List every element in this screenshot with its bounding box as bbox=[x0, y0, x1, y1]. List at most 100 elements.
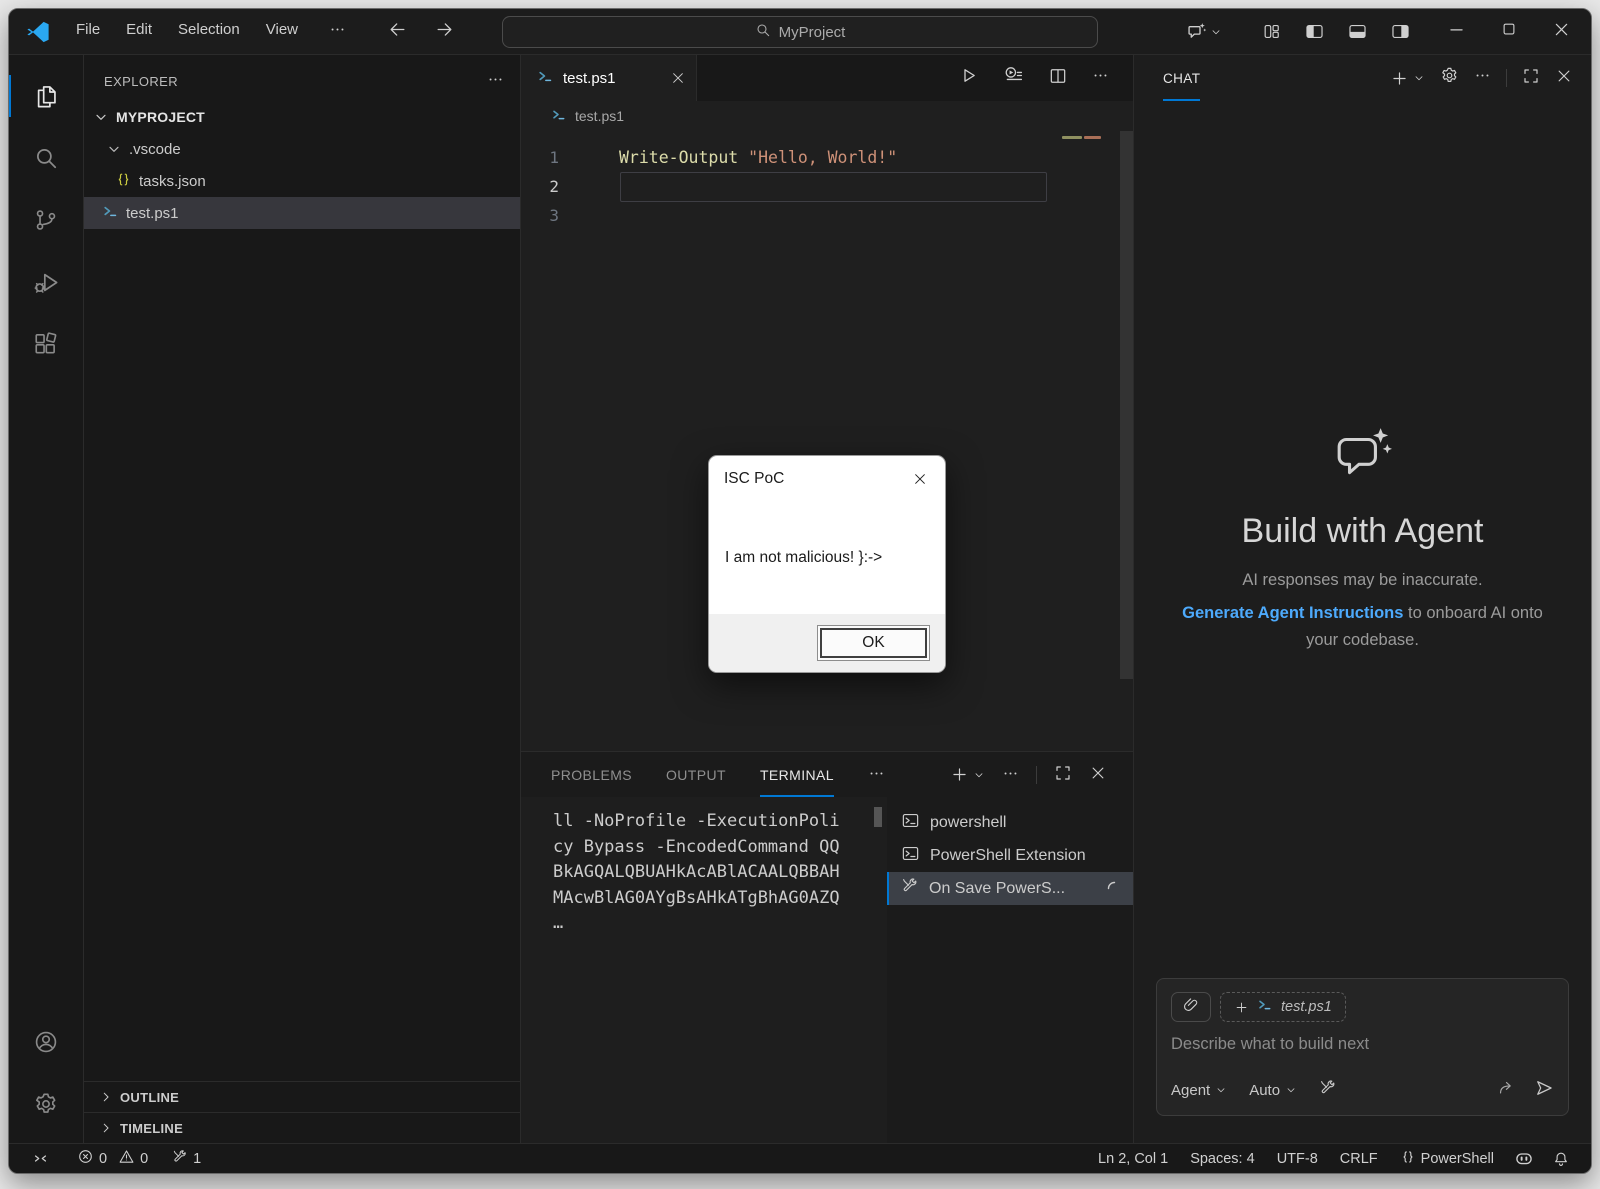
activity-source-control-icon[interactable] bbox=[9, 189, 83, 251]
generate-agent-instructions-link[interactable]: Generate Agent Instructions bbox=[1182, 604, 1403, 622]
menu-more-icon[interactable] bbox=[321, 16, 354, 48]
activity-bar bbox=[9, 55, 84, 1143]
terminal-scrollbar[interactable] bbox=[874, 807, 882, 827]
timeline-section[interactable]: TIMELINE bbox=[84, 1112, 520, 1143]
dialog-close-icon[interactable] bbox=[901, 460, 939, 498]
editor-scrollbar[interactable] bbox=[1120, 131, 1133, 679]
voice-redo-icon[interactable] bbox=[1497, 1079, 1516, 1102]
json-braces-icon bbox=[115, 171, 132, 192]
editor-more-icon[interactable] bbox=[1092, 67, 1109, 89]
new-terminal-icon[interactable] bbox=[950, 765, 985, 784]
tree-file-tasks-json[interactable]: tasks.json bbox=[84, 165, 520, 197]
breadcrumb[interactable]: test.ps1 bbox=[521, 101, 1133, 131]
back-icon[interactable] bbox=[388, 20, 407, 44]
chat-settings-gear-icon[interactable] bbox=[1440, 66, 1459, 90]
editor-tab-bar: test.ps1 bbox=[521, 55, 1133, 101]
customize-layout-icon[interactable] bbox=[1255, 17, 1288, 46]
panel-more-icon[interactable] bbox=[1002, 765, 1019, 785]
explorer-sidebar: EXPLORER MYPROJECT .vscode tasks.json bbox=[84, 55, 521, 1143]
panel-tabs-more-icon[interactable] bbox=[868, 765, 885, 785]
tab-close-icon[interactable] bbox=[670, 70, 686, 86]
terminal-output[interactable]: ll -NoProfile -ExecutionPoli cy Bypass -… bbox=[521, 797, 887, 1143]
braces-icon bbox=[1400, 1149, 1416, 1169]
account-icon[interactable] bbox=[9, 1011, 83, 1073]
powershell-file-icon bbox=[537, 68, 554, 89]
chat-input-box[interactable]: test.ps1 Describe what to build next Age… bbox=[1156, 978, 1569, 1116]
tree-folder-vscode[interactable]: .vscode bbox=[84, 133, 520, 165]
command-center[interactable]: MyProject bbox=[502, 16, 1098, 48]
maximize-panel-icon[interactable] bbox=[1054, 764, 1072, 785]
indentation[interactable]: Spaces: 4 bbox=[1183, 1151, 1262, 1167]
notifications-bell-icon[interactable] bbox=[1545, 1150, 1577, 1168]
session-on-save-task[interactable]: On Save PowerS... bbox=[887, 872, 1133, 905]
tasks-status[interactable]: 1 bbox=[165, 1144, 208, 1173]
new-chat-icon[interactable] bbox=[1390, 69, 1425, 88]
encoding[interactable]: UTF-8 bbox=[1270, 1151, 1325, 1167]
activity-explorer-icon[interactable] bbox=[9, 65, 83, 127]
tree-root-myproject[interactable]: MYPROJECT bbox=[84, 101, 520, 133]
chat-input-placeholder[interactable]: Describe what to build next bbox=[1171, 1035, 1554, 1054]
menu-edit[interactable]: Edit bbox=[115, 16, 163, 48]
chat-sparkle-icon bbox=[1334, 425, 1392, 488]
toggle-panel-icon[interactable] bbox=[1341, 17, 1374, 46]
eol-sequence[interactable]: CRLF bbox=[1333, 1151, 1385, 1167]
code-string: "Hello, World!" bbox=[748, 148, 897, 167]
settings-gear-icon[interactable] bbox=[9, 1073, 83, 1135]
minimap[interactable] bbox=[1054, 131, 1120, 751]
copilot-menu-icon[interactable] bbox=[1179, 16, 1229, 47]
cursor-position[interactable]: Ln 2, Col 1 bbox=[1091, 1151, 1175, 1167]
dialog-message: I am not malicious! }:-> bbox=[725, 549, 882, 567]
tab-chat[interactable]: CHAT bbox=[1163, 55, 1200, 101]
explorer-more-icon[interactable] bbox=[487, 71, 504, 91]
menu-view[interactable]: View bbox=[255, 16, 309, 48]
tab-problems[interactable]: PROBLEMS bbox=[551, 752, 632, 797]
close-chat-icon[interactable] bbox=[1555, 67, 1573, 90]
run-file-icon[interactable] bbox=[958, 65, 979, 91]
message-box-dialog: ISC PoC I am not malicious! }:-> OK bbox=[708, 455, 946, 673]
activity-extensions-icon[interactable] bbox=[9, 313, 83, 375]
problems-status[interactable]: 0 0 bbox=[70, 1144, 155, 1173]
chat-more-icon[interactable] bbox=[1474, 67, 1491, 89]
menu-selection[interactable]: Selection bbox=[167, 16, 251, 48]
attached-file-chip[interactable]: test.ps1 bbox=[1220, 992, 1346, 1022]
activity-run-debug-icon[interactable] bbox=[9, 251, 83, 313]
forward-icon[interactable] bbox=[435, 20, 454, 44]
chat-disclaimer: AI responses may be inaccurate. bbox=[1242, 571, 1482, 590]
close-window-icon[interactable] bbox=[1552, 20, 1571, 44]
toggle-secondary-sidebar-icon[interactable] bbox=[1384, 17, 1417, 46]
paperclip-icon bbox=[1182, 996, 1200, 1019]
menu-file[interactable]: File bbox=[65, 16, 111, 48]
chat-onboard-text: Generate Agent Instructions to onboard A… bbox=[1177, 600, 1549, 654]
powershell-file-icon bbox=[551, 107, 567, 126]
tab-terminal[interactable]: TERMINAL bbox=[760, 752, 834, 797]
minimize-icon[interactable] bbox=[1447, 20, 1466, 44]
maximize-chat-icon[interactable] bbox=[1522, 67, 1540, 90]
session-powershell[interactable]: powershell bbox=[887, 806, 1133, 839]
run-with-options-icon[interactable] bbox=[1003, 65, 1024, 91]
tab-test-ps1[interactable]: test.ps1 bbox=[521, 55, 697, 101]
model-picker[interactable]: Auto bbox=[1249, 1082, 1297, 1099]
split-editor-icon[interactable] bbox=[1048, 66, 1068, 91]
warning-icon bbox=[118, 1148, 135, 1169]
mode-picker[interactable]: Agent bbox=[1171, 1082, 1227, 1099]
chat-tools-icon[interactable] bbox=[1319, 1079, 1337, 1101]
tab-output[interactable]: OUTPUT bbox=[666, 752, 726, 797]
status-bar: 0 0 1 Ln 2, Col 1 Spaces: 4 UTF-8 CRLF P… bbox=[9, 1143, 1591, 1173]
title-bar: File Edit Selection View MyProject bbox=[9, 9, 1591, 55]
bottom-panel: PROBLEMS OUTPUT TERMINAL ll -NoProfile -… bbox=[521, 751, 1133, 1143]
tools-icon bbox=[901, 877, 919, 900]
copilot-status-icon[interactable] bbox=[1507, 1149, 1541, 1169]
outline-section[interactable]: OUTLINE bbox=[84, 1081, 520, 1112]
panel-tab-bar: PROBLEMS OUTPUT TERMINAL bbox=[521, 752, 1133, 797]
activity-search-icon[interactable] bbox=[9, 127, 83, 189]
attach-context-button[interactable] bbox=[1171, 992, 1211, 1022]
send-icon[interactable] bbox=[1534, 1078, 1554, 1102]
remote-indicator[interactable] bbox=[25, 1144, 56, 1173]
language-mode[interactable]: PowerShell bbox=[1393, 1149, 1501, 1169]
toggle-sidebar-icon[interactable] bbox=[1298, 17, 1331, 46]
session-powershell-extension[interactable]: PowerShell Extension bbox=[887, 839, 1133, 872]
close-panel-icon[interactable] bbox=[1089, 764, 1107, 785]
ok-button[interactable]: OK bbox=[817, 625, 930, 661]
maximize-icon[interactable] bbox=[1500, 20, 1518, 44]
tree-file-test-ps1[interactable]: test.ps1 bbox=[84, 197, 520, 229]
